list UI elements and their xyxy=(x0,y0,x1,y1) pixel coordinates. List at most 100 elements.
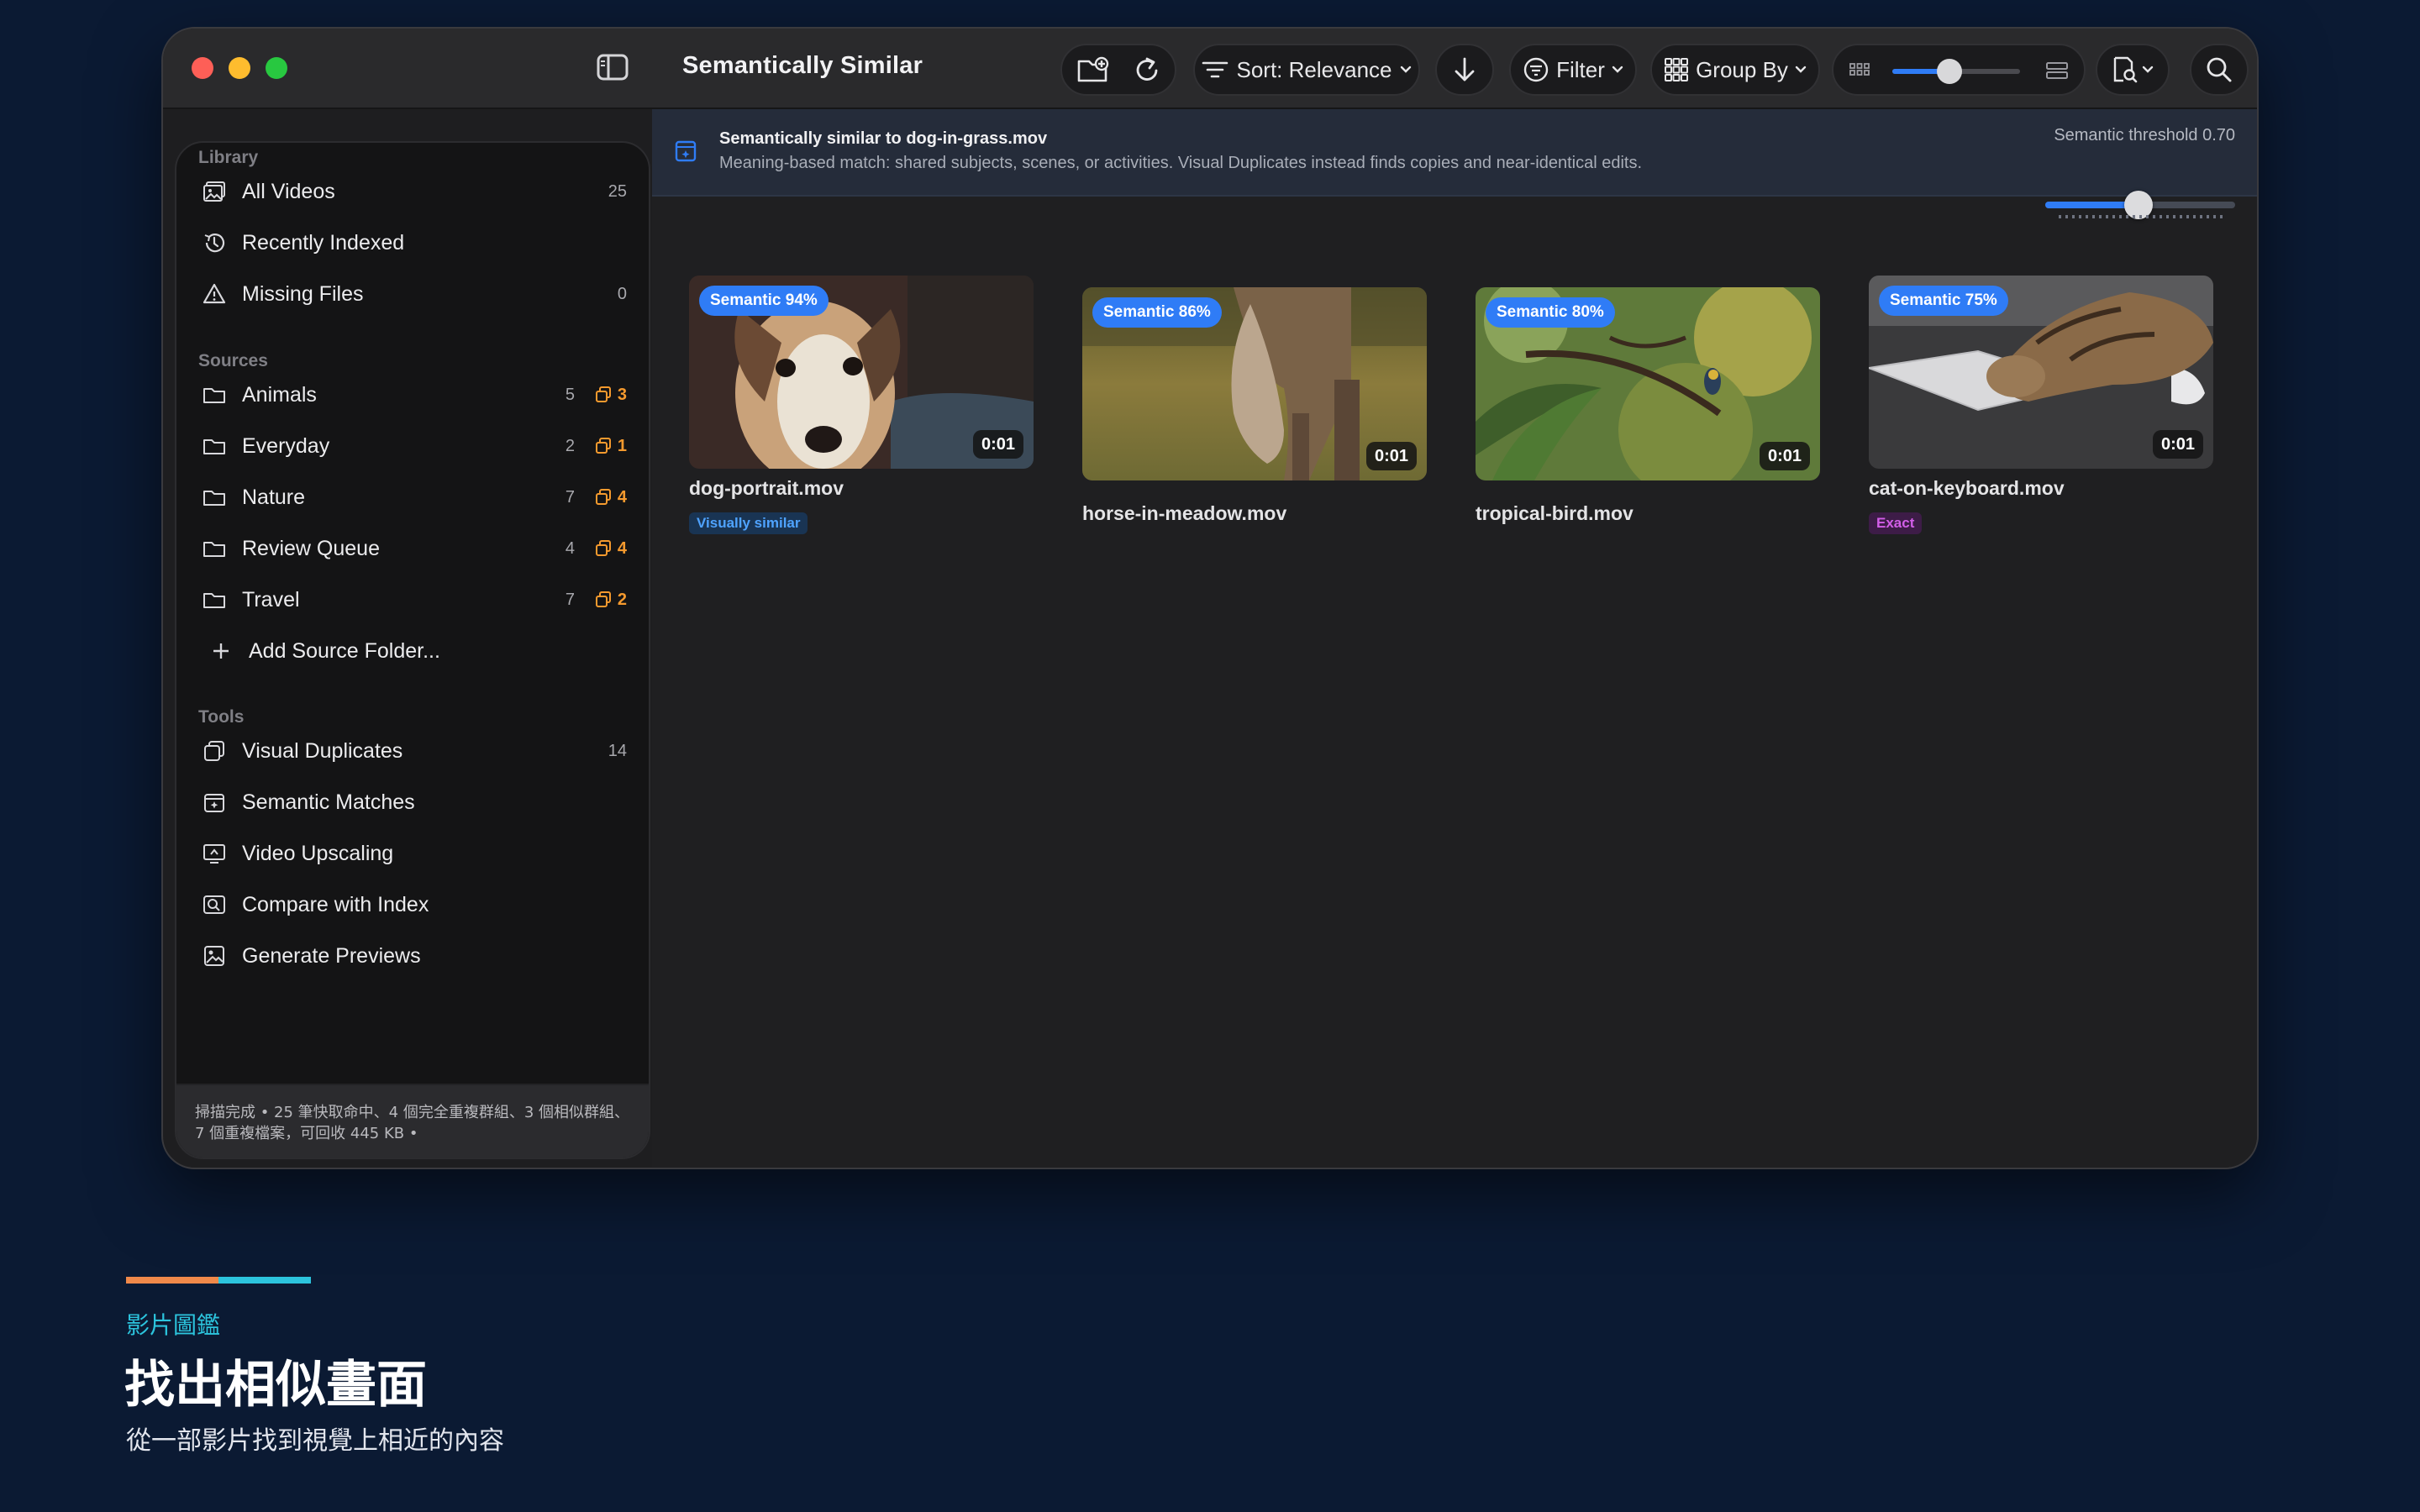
search-icon xyxy=(2206,56,2233,83)
upscale-icon xyxy=(202,841,227,866)
chevron-down-icon xyxy=(1612,66,1623,74)
item-count: 25 xyxy=(608,181,627,201)
semantic-score-badge: Semantic 86% xyxy=(1092,297,1222,328)
semantic-banner: Semantically similar to dog-in-grass.mov… xyxy=(652,109,2257,197)
zoom-slider[interactable] xyxy=(1892,59,2020,84)
sidebar-item-semantic-matches[interactable]: Semantic Matches xyxy=(176,779,649,826)
semantic-score-badge: Semantic 80% xyxy=(1486,297,1615,328)
sidebar-item-visual-duplicates[interactable]: Visual Duplicates 14 xyxy=(176,727,649,774)
filter-menu-button[interactable]: Filter xyxy=(1509,44,1637,96)
group-by-menu-button[interactable]: Group By xyxy=(1650,44,1820,96)
sidebar-item-label: Generate Previews xyxy=(242,943,421,968)
horse-thumbnail[interactable]: Semantic 86% 0:01 xyxy=(1082,287,1427,480)
duplicate-count: 1 xyxy=(594,437,627,456)
close-window-button[interactable] xyxy=(192,57,213,79)
duplicate-count-value: 4 xyxy=(617,538,627,558)
threshold-slider[interactable] xyxy=(2045,191,2235,219)
banner-title: Semantically similar to dog-in-grass.mov xyxy=(719,129,1048,148)
sort-label: Sort: Relevance xyxy=(1236,56,1392,82)
document-search-icon xyxy=(2112,55,2139,84)
sidebar-item-review-queue[interactable]: Review Queue 4 4 xyxy=(176,525,649,572)
banner-description: Meaning-based match: shared subjects, sc… xyxy=(719,154,1642,172)
item-count: 0 xyxy=(617,284,627,303)
folder-icon xyxy=(202,433,227,459)
cat-thumbnail[interactable]: Semantic 75% 0:01 xyxy=(1869,276,2213,469)
grid-icon xyxy=(1664,57,1689,82)
zoom-window-button[interactable] xyxy=(266,57,287,79)
sidebar-item-missing-files[interactable]: Missing Files 0 xyxy=(176,270,649,318)
arrow-down-icon xyxy=(1454,56,1476,83)
duplicate-icon xyxy=(595,591,611,607)
duplicate-count-value: 3 xyxy=(617,385,627,404)
match-tag: Exact xyxy=(1869,512,1923,534)
sidebar-item-recently-indexed[interactable]: Recently Indexed xyxy=(176,219,649,266)
item-count: 4 xyxy=(565,538,575,558)
minimize-window-button[interactable] xyxy=(229,57,250,79)
duplicate-count: 3 xyxy=(594,386,627,405)
search-button[interactable] xyxy=(2190,44,2249,96)
sidebar-item-label: Compare with Index xyxy=(242,892,429,916)
filter-label: Filter xyxy=(1556,56,1605,82)
add-source-folder-button[interactable]: Add Source Folder... xyxy=(176,627,649,675)
app-window: Semantically Similar Sort: Relevance Fil… xyxy=(161,27,2259,1169)
library-section-title: Library xyxy=(198,148,259,167)
bird-thumbnail[interactable]: Semantic 80% 0:01 xyxy=(1476,287,1820,480)
dog-thumbnail[interactable]: Semantic 94% 0:01 xyxy=(689,276,1034,469)
folder-icon xyxy=(202,587,227,612)
large-rows-icon[interactable] xyxy=(2045,60,2069,81)
file-name: cat-on-keyboard.mov xyxy=(1869,477,2065,499)
duplicate-count-value: 2 xyxy=(617,590,627,609)
duplicate-count: 4 xyxy=(594,539,627,559)
sidebar-item-label: Nature xyxy=(242,485,306,509)
sidebar-item-video-upscaling[interactable]: Video Upscaling xyxy=(176,830,649,877)
thumbnail-size-control xyxy=(1832,44,2086,96)
item-count: 5 xyxy=(565,385,575,404)
warning-triangle-icon xyxy=(202,281,227,307)
sidebar-item-travel[interactable]: Travel 7 2 xyxy=(176,576,649,623)
semantic-score-badge: Semantic 94% xyxy=(699,286,829,316)
duplicate-icon xyxy=(595,438,611,454)
sidebar-item-label: Review Queue xyxy=(242,536,380,560)
sidebar-item-label: Video Upscaling xyxy=(242,841,394,865)
sort-lines-icon xyxy=(1202,60,1228,80)
sort-direction-button[interactable] xyxy=(1435,44,1494,96)
filter-icon xyxy=(1523,56,1549,83)
sidebar-item-nature[interactable]: Nature 7 4 xyxy=(176,474,649,521)
semantic-match-icon xyxy=(202,790,227,815)
sidebar-item-label: Visual Duplicates xyxy=(242,738,403,763)
sidebar-item-animals[interactable]: Animals 5 3 xyxy=(176,371,649,418)
marketing-title: 找出相似畫面 xyxy=(124,1356,427,1415)
refresh-icon[interactable] xyxy=(1134,55,1160,84)
duplicate-count-value: 1 xyxy=(617,436,627,455)
sidebar: Library All Videos 25 Recently Indexed M… xyxy=(175,141,650,1159)
inspector-menu-button[interactable] xyxy=(2096,44,2170,96)
duplicate-count: 4 xyxy=(594,488,627,507)
scan-status-text: 掃描完成 • 25 筆快取命中、4 個完全重複群組、3 個相似群組、7 個重複檔… xyxy=(176,1084,649,1158)
sidebar-item-label: Animals xyxy=(242,382,317,407)
item-count: 7 xyxy=(565,487,575,507)
folder-icon xyxy=(202,382,227,407)
small-grid-icon[interactable] xyxy=(1849,59,1870,81)
duration-label: 0:01 xyxy=(1365,442,1417,470)
sort-menu-button[interactable]: Sort: Relevance xyxy=(1193,44,1420,96)
sidebar-toggle-icon[interactable] xyxy=(597,54,629,81)
sidebar-item-everyday[interactable]: Everyday 2 1 xyxy=(176,423,649,470)
sidebar-item-label: Missing Files xyxy=(242,281,364,306)
sidebar-item-label: All Videos xyxy=(242,179,335,203)
group-by-label: Group By xyxy=(1696,56,1788,82)
match-tag: Visually similar xyxy=(689,512,808,534)
compare-icon xyxy=(202,892,227,917)
sidebar-item-all-videos[interactable]: All Videos 25 xyxy=(176,168,649,215)
sidebar-item-generate-previews[interactable]: Generate Previews xyxy=(176,932,649,979)
sidebar-item-compare-with-index[interactable]: Compare with Index xyxy=(176,881,649,928)
duration-label: 0:01 xyxy=(972,430,1023,459)
duplicate-icon xyxy=(202,738,227,764)
plus-icon xyxy=(208,638,234,664)
duplicate-count-value: 4 xyxy=(617,487,627,507)
marketing-kicker: 影片圖鑑 xyxy=(126,1311,221,1339)
item-count: 7 xyxy=(565,590,575,609)
chevron-down-icon xyxy=(2142,66,2154,74)
zoom-slider-knob[interactable] xyxy=(1937,59,1963,84)
add-folder-icon[interactable] xyxy=(1076,55,1110,84)
duplicate-icon xyxy=(595,386,611,402)
